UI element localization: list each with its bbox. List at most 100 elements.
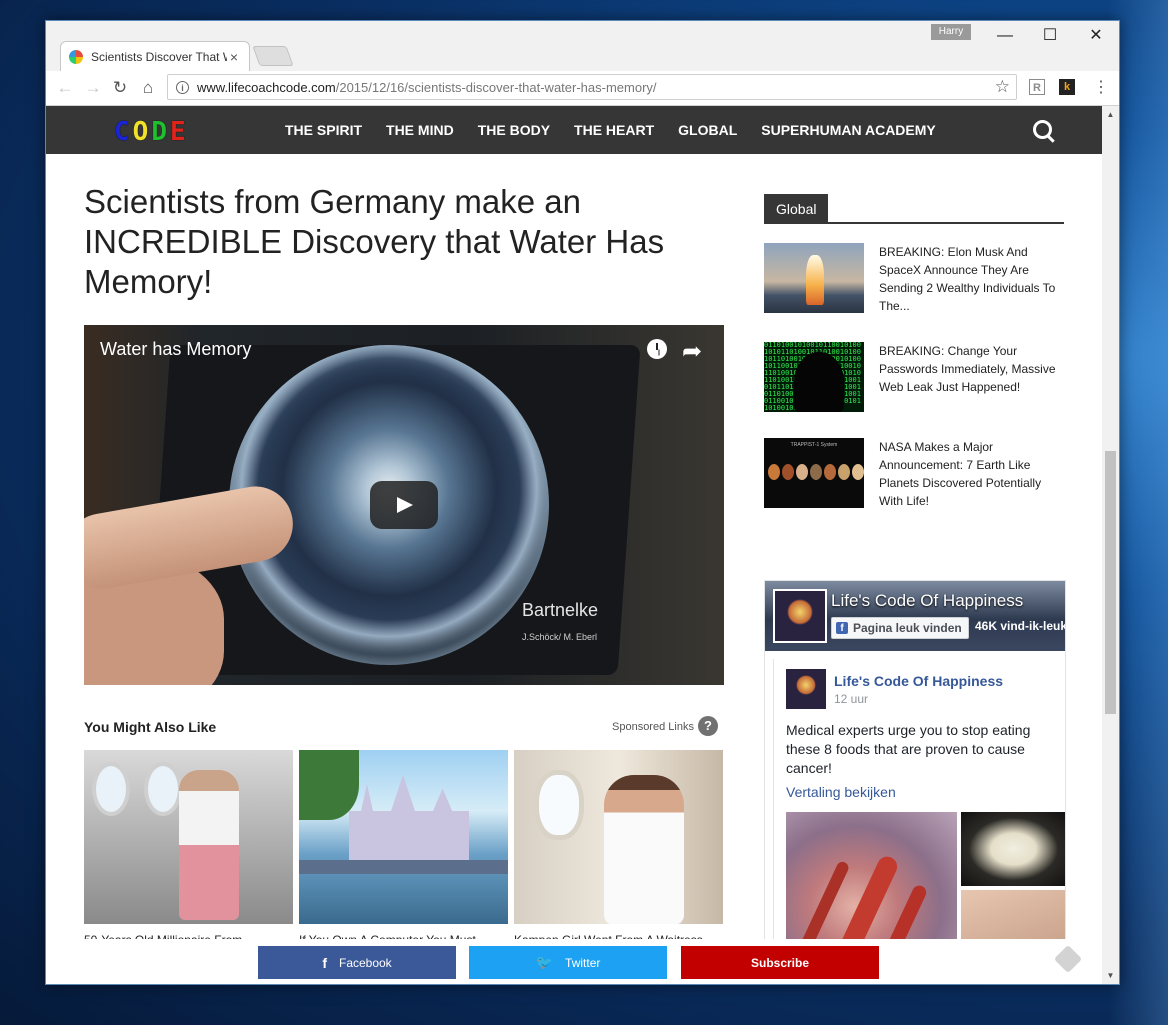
facebook-translate-link[interactable]: Vertaling bekijken	[786, 784, 896, 800]
forward-button[interactable]: →	[82, 77, 104, 99]
site-favicon-icon	[69, 49, 83, 64]
facebook-post-author[interactable]: Life's Code Of Happiness	[834, 673, 1003, 689]
menu-item-the-spirit[interactable]: THE SPIRIT	[285, 122, 362, 138]
play-button[interactable]	[370, 481, 438, 529]
hacker-silhouette-shape	[794, 352, 844, 412]
facebook-post: Life's Code Of Happiness 12 uur Medical …	[773, 659, 1065, 984]
url-host: www.lifecoachcode.com	[197, 79, 336, 95]
scroll-up-arrow-icon[interactable]: ▲	[1102, 106, 1119, 123]
extension-r-icon[interactable]: R	[1029, 79, 1045, 95]
facebook-like-label: Pagina leuk vinden	[853, 621, 962, 635]
facebook-post-time[interactable]: 12 uur	[834, 692, 868, 706]
planet-shape	[782, 464, 794, 480]
back-button[interactable]: ←	[54, 77, 76, 99]
facebook-like-count: 46K vind-ik-leuk	[975, 619, 1066, 633]
facebook-f-icon: f	[836, 622, 848, 634]
search-icon[interactable]	[1033, 120, 1052, 139]
planets-thumbnail-label: TRAPPIST-1 System	[790, 442, 838, 448]
bookmark-star-icon[interactable]: ☆	[995, 77, 1010, 97]
menu-item-the-mind[interactable]: THE MIND	[386, 122, 454, 138]
sponsored-links-label[interactable]: Sponsored Links	[612, 721, 694, 733]
browser-window: Scientists Discover That W × Harry — ☐ ✕…	[45, 20, 1120, 985]
video-player[interactable]: Water has Memory ➦ Bartnelke J.Schöck/ M…	[84, 325, 724, 685]
facebook-post-avatar[interactable]	[786, 669, 826, 709]
twitter-share-label: Twitter	[565, 955, 601, 970]
scrollbar-thumb[interactable]	[1105, 451, 1116, 714]
site-logo[interactable]: CODE	[114, 117, 189, 147]
facebook-icon: f	[322, 954, 327, 971]
main-menu: THE SPIRIT THE MIND THE BODY THE HEART G…	[285, 106, 960, 154]
sidebar-divider	[764, 222, 1064, 224]
video-caption: Bartnelke	[522, 600, 599, 620]
help-icon[interactable]: ?	[698, 716, 718, 736]
extension-k-icon[interactable]: k	[1059, 79, 1075, 95]
planet-shape	[838, 464, 850, 480]
url-path: /2015/12/16/scientists-discover-that-wat…	[335, 79, 657, 95]
twitter-bird-icon: 🐦	[535, 954, 554, 970]
sidebar-section-tab[interactable]: Global	[764, 194, 829, 224]
facebook-post-text: Medical experts urge you to stop eating …	[786, 722, 1031, 776]
new-tab-button[interactable]	[252, 46, 294, 66]
recommendation-card[interactable]: If You Own A Computer You Must	[299, 750, 508, 943]
scroll-down-arrow-icon[interactable]: ▼	[1102, 967, 1119, 984]
recommendation-card[interactable]: Kampen Girl Went From A Waitress	[514, 750, 723, 943]
logo-letter: O	[132, 117, 152, 147]
planet-shape	[852, 464, 864, 480]
sidebar-post-title[interactable]: NASA Makes a Major Announcement: 7 Earth…	[879, 438, 1064, 510]
address-bar[interactable]: i www.lifecoachcode.com/2015/12/16/scien…	[167, 74, 1017, 100]
plane-window-shape	[92, 762, 130, 816]
sidebar-post-title[interactable]: BREAKING: Elon Musk And SpaceX Announce …	[879, 243, 1064, 315]
rocket-launch-thumbnail	[764, 243, 864, 313]
subscribe-label: Subscribe	[750, 955, 810, 970]
maximize-button[interactable]: ☐	[1027, 21, 1073, 51]
facebook-post-image-small[interactable]	[961, 812, 1065, 886]
woman-figure-shape	[604, 775, 684, 924]
plane-window-shape	[534, 770, 584, 840]
menu-item-global[interactable]: GLOBAL	[678, 122, 737, 138]
recommendations-heading: You Might Also Like	[84, 719, 217, 735]
man-figure-shape	[179, 770, 239, 920]
menu-item-the-heart[interactable]: THE HEART	[574, 122, 654, 138]
close-window-button[interactable]: ✕	[1073, 21, 1119, 51]
planet-shape	[824, 464, 836, 480]
bridge-shape	[299, 860, 508, 874]
plane-window-shape	[144, 762, 182, 816]
site-navbar: CODE THE SPIRIT THE MIND THE BODY THE HE…	[46, 106, 1102, 154]
facebook-like-button[interactable]: f Pagina leuk vinden	[831, 617, 969, 639]
tab-strip: Scientists Discover That W × Harry — ☐ ✕	[46, 21, 1119, 71]
facebook-page-name[interactable]: Life's Code Of Happiness	[831, 591, 1023, 611]
facebook-share-label: Facebook	[338, 955, 392, 970]
tree-shape	[299, 750, 359, 820]
logo-letter: D	[151, 117, 170, 147]
video-share-icon[interactable]: ➦	[682, 337, 702, 366]
planet-shape	[796, 464, 808, 480]
article-title: Scientists from Germany make an INCREDIB…	[84, 183, 665, 300]
subscribe-button[interactable]: Subscribe	[681, 946, 879, 979]
tab-close-icon[interactable]: ×	[227, 49, 241, 65]
twitter-share-button[interactable]: 🐦 Twitter	[469, 946, 667, 979]
browser-tab-active[interactable]: Scientists Discover That W ×	[60, 41, 250, 71]
browser-menu-icon[interactable]: ⋮	[1090, 77, 1112, 99]
home-button[interactable]: ⌂	[137, 77, 159, 99]
planets-thumbnail: TRAPPIST-1 System	[764, 438, 864, 508]
facebook-share-button[interactable]: f Facebook	[258, 946, 456, 979]
recommendation-thumbnail	[514, 750, 723, 924]
minimize-button[interactable]: —	[982, 21, 1028, 51]
reload-button[interactable]: ↻	[109, 77, 131, 99]
facebook-page-avatar[interactable]	[773, 589, 827, 643]
sidebar-post-title[interactable]: BREAKING: Change Your Passwords Immediat…	[879, 342, 1064, 396]
menu-item-superhuman-academy[interactable]: SUPERHUMAN ACADEMY	[761, 122, 936, 138]
chat-bubble-icon[interactable]	[1053, 944, 1083, 974]
watch-later-clock-icon[interactable]	[647, 339, 667, 359]
profile-badge[interactable]: Harry	[931, 24, 971, 40]
video-credit: J.Schöck/ M. Eberl	[522, 632, 598, 642]
facebook-page-widget: Life's Code Of Happiness f Pagina leuk v…	[764, 580, 1066, 984]
site-info-icon[interactable]: i	[176, 80, 189, 94]
recommendation-card[interactable]: 50-Years Old Millionaire From	[84, 750, 293, 943]
recommendation-thumbnail	[299, 750, 508, 924]
tab-title: Scientists Discover That W	[91, 49, 227, 64]
video-title[interactable]: Water has Memory	[100, 339, 251, 360]
menu-item-the-body[interactable]: THE BODY	[478, 122, 550, 138]
hacker-thumbnail: 0110100101001011001010010101101001011010…	[764, 342, 864, 412]
page-scrollbar[interactable]: ▲ ▼	[1102, 106, 1119, 984]
